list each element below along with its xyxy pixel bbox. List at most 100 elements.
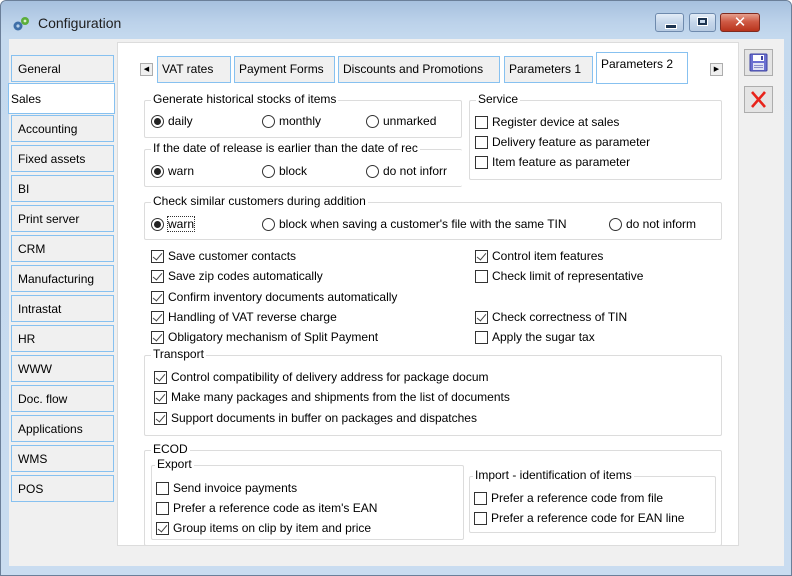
sidebar-item-fixed-assets[interactable]: Fixed assets <box>11 145 114 172</box>
checkbox[interactable] <box>156 481 169 495</box>
tab-vat-rates[interactable]: VAT rates <box>157 56 231 83</box>
radio-button[interactable] <box>262 217 275 231</box>
tab-discounts-and-promotions[interactable]: Discounts and Promotions <box>338 56 500 83</box>
sidebar-item-doc-flow[interactable]: Doc. flow <box>11 385 114 412</box>
tab-label: Parameters 2 <box>601 57 674 71</box>
sidebar-item-bi[interactable]: BI <box>11 175 114 202</box>
radio-button[interactable] <box>262 114 275 128</box>
checkbox[interactable] <box>474 511 487 525</box>
checkbox-confirm-inventory[interactable]: Confirm inventory documents automaticall… <box>151 288 397 306</box>
checkbox[interactable] <box>151 330 164 344</box>
tab-payment-forms[interactable]: Payment Forms <box>234 56 335 83</box>
checkbox[interactable] <box>475 269 488 283</box>
radio-label: unmarked <box>383 114 437 128</box>
checkbox[interactable] <box>156 521 169 535</box>
sidebar-item-sales[interactable]: Sales <box>8 83 115 114</box>
radio-warn-release[interactable]: warn <box>151 162 194 180</box>
checkbox-prefer-ref-code-ean-line[interactable]: Prefer a reference code for EAN line <box>474 509 684 527</box>
sidebar-item-intrastat[interactable]: Intrastat <box>11 295 114 322</box>
checkbox-prefer-ref-code-file[interactable]: Prefer a reference code from file <box>474 489 663 507</box>
radio-monthly[interactable]: monthly <box>262 112 321 130</box>
checkbox[interactable] <box>154 390 167 404</box>
checkbox-check-tin[interactable]: Check correctness of TIN <box>475 308 627 326</box>
sidebar-item-crm[interactable]: CRM <box>11 235 114 262</box>
checkbox-control-delivery-address[interactable]: Control compatibility of delivery addres… <box>154 368 534 386</box>
tab-parameters-1[interactable]: Parameters 1 <box>504 56 593 83</box>
checkbox-sugar-tax[interactable]: Apply the sugar tax <box>475 328 595 346</box>
arrow-right-icon: ▶ <box>713 66 720 73</box>
sidebar-item-label: Fixed assets <box>18 152 86 166</box>
tab-scroll-right-button[interactable]: ▶ <box>710 63 723 76</box>
radio-block-release[interactable]: block <box>262 162 307 180</box>
radio-do-not-inform-release[interactable]: do not inforr <box>366 162 462 180</box>
sidebar-item-wms[interactable]: WMS <box>11 445 114 472</box>
sidebar-item-label: WWW <box>18 362 52 376</box>
radio-label: block when saving a customer's file with… <box>279 217 567 231</box>
checkbox-label: Group items on clip by item and price <box>173 521 372 535</box>
checkbox-item-feature[interactable]: Item feature as parameter <box>475 153 630 171</box>
checkbox-label: Support documents in buffer on packages … <box>171 411 477 425</box>
checkbox[interactable] <box>151 310 164 324</box>
sidebar-item-www[interactable]: WWW <box>11 355 114 382</box>
cancel-button[interactable] <box>744 86 773 113</box>
checkbox-check-limit-representative[interactable]: Check limit of representative <box>475 267 643 285</box>
checkbox-split-payment[interactable]: Obligatory mechanism of Split Payment <box>151 328 378 346</box>
checkbox[interactable] <box>154 411 167 425</box>
checkbox-vat-reverse-charge[interactable]: Handling of VAT reverse charge <box>151 308 337 326</box>
minimize-button[interactable] <box>655 13 684 32</box>
arrow-left-icon: ◀ <box>143 66 150 73</box>
sidebar-item-accounting[interactable]: Accounting <box>11 115 114 142</box>
checkbox-prefer-ref-code-ean[interactable]: Prefer a reference code as item's EAN <box>156 499 377 517</box>
radio-button[interactable] <box>609 217 622 231</box>
radio-button[interactable] <box>262 164 275 178</box>
checkbox-group-items-clip[interactable]: Group items on clip by item and price <box>156 519 371 537</box>
checkbox[interactable] <box>151 290 164 304</box>
checkbox-save-customer-contacts[interactable]: Save customer contacts <box>151 247 296 265</box>
radio-warn-similar[interactable]: warn <box>151 215 196 233</box>
sidebar-item-manufacturing[interactable]: Manufacturing <box>11 265 114 292</box>
radio-daily[interactable]: daily <box>151 112 193 130</box>
sidebar-item-label: Applications <box>18 422 83 436</box>
checkbox-many-packages[interactable]: Make many packages and shipments from th… <box>154 388 510 406</box>
tab-scroll-left-button[interactable]: ◀ <box>140 63 153 76</box>
sidebar-item-applications[interactable]: Applications <box>11 415 114 442</box>
radio-button[interactable] <box>366 164 379 178</box>
checkbox[interactable] <box>475 135 488 149</box>
radio-unmarked[interactable]: unmarked <box>366 112 436 130</box>
checkbox-save-zip-codes[interactable]: Save zip codes automatically <box>151 267 323 285</box>
sidebar-item-label: Accounting <box>18 122 78 136</box>
checkbox-label: Apply the sugar tax <box>492 330 595 344</box>
checkbox[interactable] <box>475 249 488 263</box>
checkbox[interactable] <box>475 115 488 129</box>
sidebar-item-hr[interactable]: HR <box>11 325 114 352</box>
sidebar-item-print-server[interactable]: Print server <box>11 205 114 232</box>
radio-do-not-inform-similar[interactable]: do not inform <box>609 215 696 233</box>
checkbox-control-item-features[interactable]: Control item features <box>475 247 603 265</box>
radio-button[interactable] <box>151 164 164 178</box>
radio-block-same-tin[interactable]: block when saving a customer's file with… <box>262 215 567 233</box>
checkbox-send-invoice-payments[interactable]: Send invoice payments <box>156 479 297 497</box>
checkbox-support-buffer-documents[interactable]: Support documents in buffer on packages … <box>154 409 477 427</box>
save-button[interactable] <box>744 49 773 76</box>
checkbox[interactable] <box>156 501 169 515</box>
checkbox[interactable] <box>475 310 488 324</box>
checkbox-delivery-feature[interactable]: Delivery feature as parameter <box>475 133 650 151</box>
checkbox[interactable] <box>475 330 488 344</box>
radio-button[interactable] <box>151 217 164 231</box>
checkbox-register-device[interactable]: Register device at sales <box>475 113 619 131</box>
checkbox[interactable] <box>474 491 487 505</box>
sidebar-item-general[interactable]: General <box>11 55 114 82</box>
checkbox[interactable] <box>154 370 167 384</box>
sidebar-item-label: Sales <box>11 92 42 106</box>
sidebar-item-pos[interactable]: POS <box>11 475 114 502</box>
checkbox[interactable] <box>151 269 164 283</box>
tab-parameters-2[interactable]: Parameters 2 <box>596 52 688 84</box>
checkbox[interactable] <box>151 249 164 263</box>
checkbox[interactable] <box>475 155 488 169</box>
close-button[interactable]: ✕ <box>720 13 760 32</box>
radio-button[interactable] <box>151 114 164 128</box>
radio-button[interactable] <box>366 114 379 128</box>
maximize-button[interactable] <box>689 13 716 32</box>
checkbox-label: Prefer a reference code for EAN line <box>491 511 685 525</box>
title-bar[interactable]: Configuration ✕ <box>1 1 791 37</box>
